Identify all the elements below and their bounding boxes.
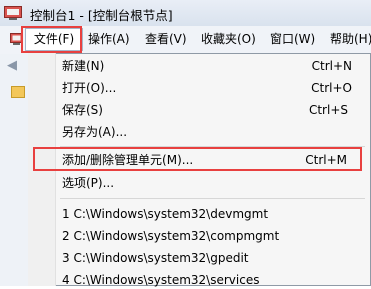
menu-item-recent-2[interactable]: 2 C:\Windows\system32\compmgmt [62,227,279,245]
console-menu-icon[interactable] [10,32,23,46]
menu-file[interactable]: 文件(F) [25,28,83,51]
menu-item-save-as[interactable]: 另存为(A)... [62,123,127,141]
window-title: 控制台1 - [控制台根节点] [30,8,173,23]
shortcut-open: Ctrl+O [311,81,352,95]
menu-item-add-remove-snapin[interactable]: 添加/删除管理单元(M)... [62,151,193,169]
menu-favorites[interactable]: 收藏夹(O) [201,31,256,48]
menu-bar: 文件(F) 操作(A) 查看(V) 收藏夹(O) 窗口(W) 帮助(H) [0,26,371,55]
title-bar: 控制台1 - [控制台根节点] [0,0,371,26]
menu-item-new[interactable]: 新建(N) [62,57,104,75]
menu-item-recent-4[interactable]: 4 C:\Windows\system32\services [62,271,259,289]
menu-item-options[interactable]: 选项(P)... [62,174,114,192]
menu-separator [60,146,365,147]
menu-item-open[interactable]: 打开(O)... [62,79,116,97]
menu-item-recent-3[interactable]: 3 C:\Windows\system32\gpedit [62,249,249,267]
menu-action[interactable]: 操作(A) [88,31,130,48]
menu-window[interactable]: 窗口(W) [270,31,315,48]
mmc-console-icon [4,6,22,20]
back-arrow-icon[interactable]: ◀ [7,58,17,73]
shortcut-save: Ctrl+S [308,103,348,117]
folder-icon [11,86,25,98]
menu-separator [60,198,365,199]
menu-icon-gutter [28,53,56,286]
menu-item-recent-1[interactable]: 1 C:\Windows\system32\devmgmt [62,205,268,223]
shortcut-add-remove-snapin: Ctrl+M [305,153,347,167]
menu-help[interactable]: 帮助(H) [330,31,371,48]
menu-view[interactable]: 查看(V) [145,31,187,48]
menu-item-save[interactable]: 保存(S) [62,101,103,119]
shortcut-new: Ctrl+N [311,59,352,73]
